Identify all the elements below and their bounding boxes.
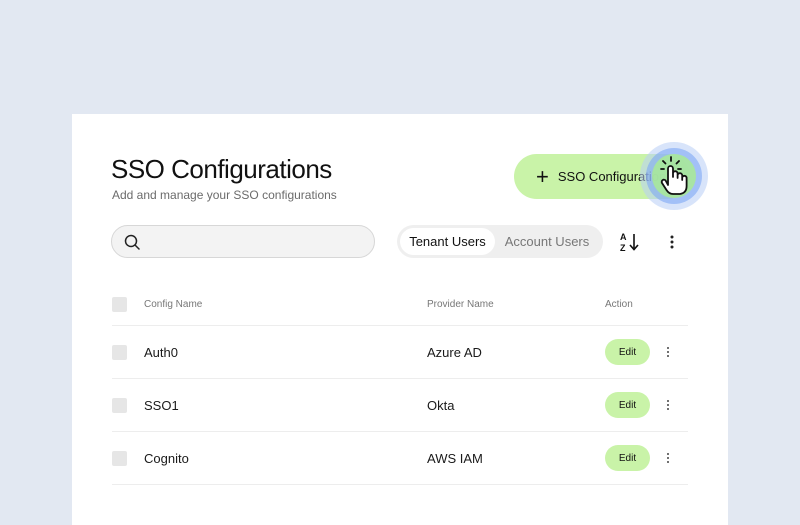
row-more-icon[interactable] <box>663 345 673 359</box>
sso-table: Config Name Provider Name Action Auth0 A… <box>112 284 688 485</box>
row-checkbox[interactable] <box>112 344 127 360</box>
svg-text:A: A <box>620 232 627 242</box>
more-options-icon[interactable] <box>666 230 678 254</box>
row-checkbox[interactable] <box>112 450 127 466</box>
row-checkbox[interactable] <box>112 397 127 413</box>
sso-panel: SSO Configurations Add and manage your S… <box>72 114 728 525</box>
tab-account-users[interactable]: Account Users <box>495 228 599 255</box>
table-row: SSO1 Okta Edit <box>112 379 688 432</box>
provider-name-cell: AWS IAM <box>427 450 483 466</box>
config-name-cell: Cognito <box>144 450 189 466</box>
table-row: Cognito AWS IAM Edit <box>112 432 688 485</box>
app-frame: SSO Configurations Add and manage your S… <box>0 0 800 525</box>
page-subtitle: Add and manage your SSO configurations <box>112 188 337 202</box>
svg-text:Z: Z <box>620 243 626 253</box>
config-name-cell: SSO1 <box>144 397 179 413</box>
provider-name-cell: Azure AD <box>427 344 482 360</box>
edit-button[interactable]: Edit <box>605 339 650 365</box>
tab-tenant-users[interactable]: Tenant Users <box>400 228 495 255</box>
row-more-icon[interactable] <box>663 451 673 465</box>
plus-icon: + <box>536 163 549 189</box>
table-row: Auth0 Azure AD Edit <box>112 326 688 379</box>
search-icon <box>124 234 140 250</box>
provider-name-cell: Okta <box>427 397 455 413</box>
column-header-provider-name: Provider Name <box>427 299 494 310</box>
edit-button[interactable]: Edit <box>605 392 650 418</box>
column-header-config-name: Config Name <box>144 299 203 310</box>
sort-az-icon[interactable]: A Z <box>618 230 642 254</box>
pointer-hand-icon <box>638 140 710 212</box>
row-more-icon[interactable] <box>663 398 673 412</box>
edit-button[interactable]: Edit <box>605 445 650 471</box>
config-name-cell: Auth0 <box>144 344 178 360</box>
page-title: SSO Configurations <box>111 154 332 184</box>
select-all-checkbox[interactable] <box>112 297 127 312</box>
search-box[interactable] <box>111 225 375 258</box>
user-type-toggle: Tenant Users Account Users <box>397 225 603 258</box>
column-header-action: Action <box>605 299 633 310</box>
search-input[interactable] <box>146 227 374 256</box>
table-header: Config Name Provider Name Action <box>112 284 688 326</box>
